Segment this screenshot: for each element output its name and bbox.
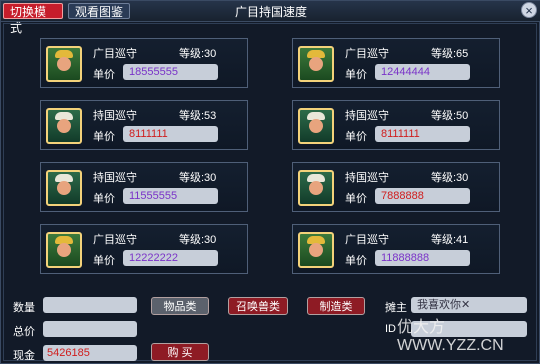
- quantity-input[interactable]: [43, 297, 137, 313]
- pet-avatar-icon: [298, 170, 334, 206]
- pet-name: 持国巡守: [93, 172, 137, 184]
- pet-name: 广目巡守: [93, 48, 137, 60]
- pet-level: 等级:30: [179, 234, 217, 246]
- pet-name: 持国巡守: [345, 172, 389, 184]
- pet-name: 持国巡守: [345, 110, 389, 122]
- price-value: 12222222: [123, 250, 218, 266]
- listing-card[interactable]: 广目巡守 等级:30 单价 18555555: [40, 38, 248, 88]
- pet-level: 等级:65: [431, 48, 469, 60]
- title-bar: 切换模式 观看图鉴 广目持国速度 ×: [1, 1, 540, 35]
- price-value: 11555555: [123, 188, 218, 204]
- stall-window: 切换模式 观看图鉴 广目持国速度 × 广目巡守 等级:30 单价 1855555…: [0, 0, 540, 364]
- pet-name: 持国巡守: [93, 110, 137, 122]
- window-title: 广目持国速度: [234, 5, 307, 19]
- listing-card[interactable]: 持国巡守 等级:53 单价 8111111: [40, 100, 248, 150]
- price-label: 单价: [93, 255, 115, 267]
- price-value: 8111111: [123, 126, 218, 142]
- summon-category-button[interactable]: 召唤兽类: [228, 297, 288, 315]
- price-value: 7888888: [375, 188, 470, 204]
- owner-name: 我喜欢你✕: [411, 297, 527, 313]
- pet-avatar-icon: [298, 232, 334, 268]
- pet-avatar-icon: [46, 108, 82, 144]
- pet-avatar-icon: [298, 108, 334, 144]
- price-label: 单价: [345, 131, 367, 143]
- price-label: 单价: [93, 193, 115, 205]
- listing-card[interactable]: 持国巡守 等级:30 单价 11555555: [40, 162, 248, 212]
- pet-avatar-icon: [46, 46, 82, 82]
- pet-level: 等级:41: [431, 234, 469, 246]
- pet-avatar-icon: [46, 232, 82, 268]
- pet-name: 广目巡守: [93, 234, 137, 246]
- price-value: 11888888: [375, 250, 470, 266]
- price-value: 12444444: [375, 64, 470, 80]
- pet-avatar-icon: [46, 170, 82, 206]
- pet-avatar-icon: [298, 46, 334, 82]
- watermark: 优大方 WWW.YZZ.CN: [397, 319, 504, 354]
- craft-category-button[interactable]: 制造类: [307, 297, 365, 315]
- pet-level: 等级:30: [179, 48, 217, 60]
- items-category-button[interactable]: 物品类: [151, 297, 209, 315]
- close-icon[interactable]: ×: [521, 2, 537, 18]
- cash-label: 现金: [13, 350, 35, 362]
- pet-name: 广目巡守: [345, 234, 389, 246]
- listing-card[interactable]: 持国巡守 等级:30 单价 7888888: [292, 162, 500, 212]
- quantity-label: 数量: [13, 302, 35, 314]
- listing-card[interactable]: 广目巡守 等级:30 单价 12222222: [40, 224, 248, 274]
- pet-name: 广目巡守: [345, 48, 389, 60]
- price-label: 单价: [93, 69, 115, 81]
- price-label: 单价: [93, 131, 115, 143]
- total-price-field: [43, 321, 137, 337]
- total-price-label: 总价: [13, 326, 35, 338]
- pet-level: 等级:50: [431, 110, 469, 122]
- price-label: 单价: [345, 193, 367, 205]
- pet-level: 等级:30: [179, 172, 217, 184]
- pet-level: 等级:53: [179, 110, 217, 122]
- price-value: 8111111: [375, 126, 470, 142]
- listing-card[interactable]: 广目巡守 等级:65 单价 12444444: [292, 38, 500, 88]
- listing-card[interactable]: 广目巡守 等级:41 单价 11888888: [292, 224, 500, 274]
- buy-button[interactable]: 购 买: [151, 343, 209, 361]
- cash-value: 5426185: [43, 345, 137, 361]
- price-label: 单价: [345, 69, 367, 81]
- price-value: 18555555: [123, 64, 218, 80]
- price-label: 单价: [345, 255, 367, 267]
- pet-level: 等级:30: [431, 172, 469, 184]
- id-label: ID: [385, 323, 396, 335]
- listing-card[interactable]: 持国巡守 等级:50 单价 8111111: [292, 100, 500, 150]
